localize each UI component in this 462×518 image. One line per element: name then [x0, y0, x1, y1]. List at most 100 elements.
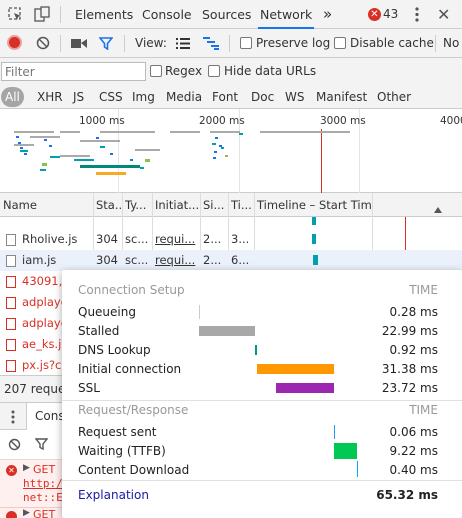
console-error-text: net::E [23, 491, 63, 504]
timing-label-waiting: Waiting (TTFB) [78, 444, 166, 458]
network-toolbar: View: Preserve log Disable cache No [0, 29, 462, 58]
timing-value-stalled: 22.99 ms [381, 324, 438, 338]
request-initiator[interactable]: requi... [152, 229, 200, 250]
table-row-clipped[interactable] [0, 217, 462, 227]
drawer-menu-icon[interactable] [8, 410, 18, 424]
more-tabs-button[interactable]: » [323, 0, 332, 29]
disable-cache-label: Disable cache [350, 36, 434, 50]
timing-label-queueing: Queueing [78, 305, 136, 319]
throttling-select[interactable]: No [443, 29, 459, 58]
type-filter-xhr[interactable]: XHR [37, 85, 63, 109]
table-row[interactable]: Rholive.js 304 sc... requi... 2... 3... [0, 229, 462, 250]
timing-bar-request-sent [334, 425, 335, 439]
divider [60, 6, 61, 23]
connection-setup-heading: Connection Setup [78, 283, 185, 297]
explanation-link[interactable]: Explanation [78, 488, 149, 502]
error-count: 43 [383, 7, 399, 21]
type-filter-img[interactable]: Img [132, 85, 155, 109]
tab-network[interactable]: Network [258, 0, 315, 29]
error-icon [6, 511, 17, 518]
expand-triangle-icon[interactable]: ▶ [23, 463, 30, 473]
inspect-element-icon[interactable] [8, 7, 22, 21]
column-size[interactable]: Si... [200, 193, 228, 217]
type-filter-ws[interactable]: WS [285, 85, 304, 109]
request-name: adplayer [22, 316, 62, 330]
request-name: iam.js [22, 253, 57, 267]
waterfall-view-icon[interactable] [203, 37, 219, 50]
hide-data-urls-checkbox[interactable] [208, 65, 220, 77]
timing-label-stalled: Stalled [78, 324, 120, 338]
timing-bar-dns [255, 345, 257, 355]
devtools-tabbar: Elements Console Sources Network » ✕ 43 … [0, 0, 462, 29]
network-overview[interactable]: 1000 ms 2000 ms 3000 ms 4000 [0, 109, 462, 193]
file-icon [6, 318, 16, 330]
request-name: px.js?ch= [22, 358, 62, 372]
timing-value-waiting: 9.22 ms [389, 444, 438, 458]
timing-bar-initial-connection [257, 364, 334, 374]
total-time: 65.32 ms [376, 488, 438, 502]
clear-console-icon[interactable] [8, 438, 21, 451]
type-filter-doc[interactable]: Doc [251, 85, 274, 109]
device-toolbar-icon[interactable] [34, 6, 50, 22]
filter-bar: Regex Hide data URLs [0, 58, 462, 85]
file-icon [6, 234, 16, 246]
type-filter-other[interactable]: Other [377, 85, 411, 109]
timing-value-ssl: 23.72 ms [381, 381, 438, 395]
column-type[interactable]: Ty... [122, 193, 152, 217]
divider [435, 35, 436, 52]
type-filter-all[interactable]: All [1, 87, 24, 107]
preserve-log-checkbox[interactable] [240, 37, 252, 49]
column-name[interactable]: Name [0, 193, 93, 217]
timing-bar-content-download [357, 461, 358, 477]
file-icon [6, 297, 16, 309]
type-filter-css[interactable]: CSS [99, 85, 123, 109]
overview-waterfall [14, 131, 350, 175]
timing-value-request-sent: 0.06 ms [389, 425, 438, 439]
timing-value-content-download: 0.40 ms [389, 463, 438, 477]
type-filter-manifest[interactable]: Manifest [316, 85, 367, 109]
request-status: 304 [96, 232, 118, 246]
record-icon[interactable] [7, 35, 22, 50]
clear-icon[interactable] [36, 36, 50, 50]
regex-checkbox[interactable] [150, 65, 162, 77]
timing-bar-queueing [199, 305, 200, 319]
request-initiator[interactable]: requi... [152, 250, 200, 271]
timing-label-dns: DNS Lookup [78, 343, 151, 357]
filter-icon[interactable] [98, 37, 114, 51]
request-type: sc... [125, 232, 149, 246]
request-size: 2... [203, 232, 222, 246]
regex-label: Regex [165, 64, 203, 78]
table-row-selected[interactable]: iam.js 304 sc... requi... 2... 6... [0, 250, 462, 271]
request-timing-popover: Connection Setup TIME Queueing 0.28 ms S… [62, 270, 462, 518]
divider [124, 35, 125, 52]
column-waterfall[interactable]: Timeline – Start Time [254, 193, 372, 217]
large-rows-icon[interactable] [176, 38, 190, 49]
tab-sources[interactable]: Sources [202, 0, 251, 29]
request-time: 3... [231, 232, 250, 246]
screenshot-camera-icon[interactable] [71, 38, 87, 49]
console-url[interactable]: http:/ [23, 477, 63, 490]
type-filter-font[interactable]: Font [212, 85, 238, 109]
divider [229, 35, 230, 52]
column-initiator[interactable]: Initiat... [152, 193, 200, 217]
column-status[interactable]: Sta... [93, 193, 122, 217]
filter-input[interactable] [1, 62, 146, 81]
file-icon [6, 276, 16, 288]
type-filter-media[interactable]: Media [166, 85, 202, 109]
divider [60, 35, 61, 52]
timing-value-queueing: 0.28 ms [389, 305, 438, 319]
sort-ascending-icon[interactable] [434, 202, 442, 213]
kebab-menu-icon[interactable] [412, 6, 422, 23]
disable-cache-checkbox[interactable] [334, 37, 346, 49]
drawer-tab-console[interactable]: Conso [26, 403, 72, 430]
time-column-heading: TIME [409, 283, 438, 297]
tab-elements[interactable]: Elements [75, 0, 133, 29]
close-icon[interactable]: ✕ [437, 5, 450, 24]
column-time[interactable]: Ti... [228, 193, 254, 217]
expand-triangle-icon[interactable]: ▶ [23, 508, 30, 518]
type-filter-js[interactable]: JS [73, 85, 84, 109]
tab-console[interactable]: Console [142, 0, 192, 29]
time-column-heading: TIME [409, 403, 438, 417]
file-icon [6, 360, 16, 372]
console-filter-icon[interactable] [34, 438, 49, 451]
